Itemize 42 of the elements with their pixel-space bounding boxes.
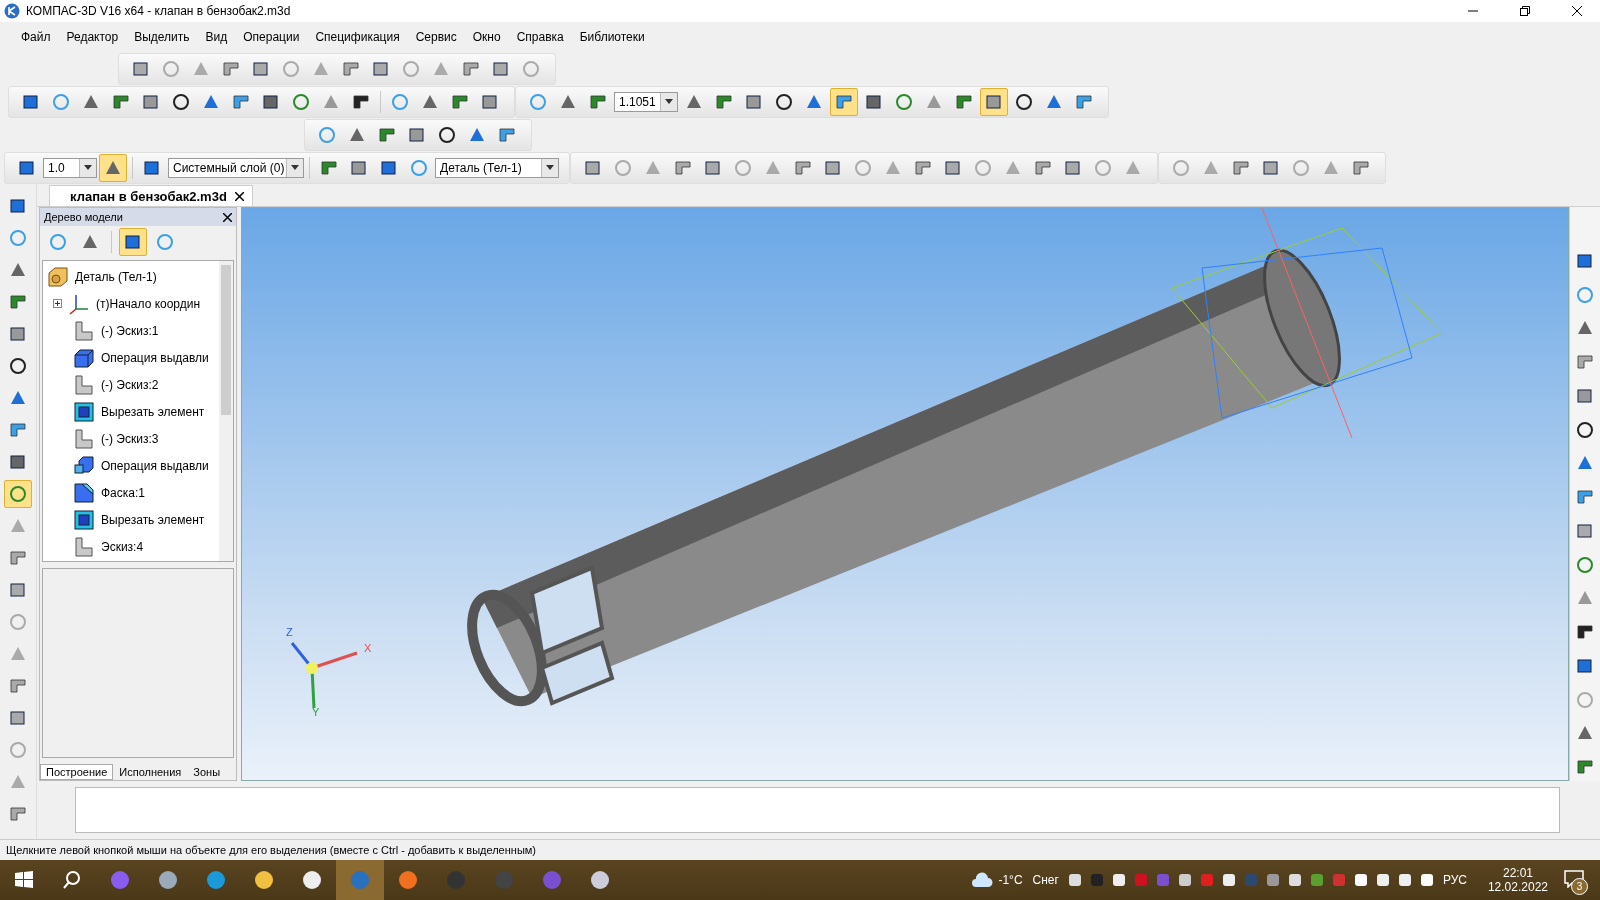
menu-item[interactable]: Сервис [408, 28, 464, 46]
body-combo[interactable]: Деталь (Тел-1) [435, 157, 559, 178]
document-tab[interactable]: клапан в бензобак2.m3d [49, 185, 253, 206]
tree-item[interactable]: Вырезать элемент [43, 398, 219, 426]
panel-title: Дерево модели [44, 211, 123, 223]
clock-date: 12.02.2022 [1487, 880, 1548, 894]
tree-item[interactable]: Вырезать элемент [43, 506, 219, 534]
menu-item[interactable]: Окно [465, 28, 508, 46]
panel-tab[interactable]: Построение [40, 764, 114, 780]
tree-item[interactable]: (-) Эскиз:2 [43, 371, 219, 399]
menu-item[interactable]: Спецификация [308, 28, 407, 46]
axis-label: Y [312, 706, 320, 718]
tree-item[interactable]: (т)Начало координ [43, 290, 219, 318]
3d-viewport[interactable]: Z X Y [241, 207, 1569, 781]
status-text: Щелкните левой кнопкой мыши на объекте для его выделения (вместе с Ctrl - добавить к выделенным) [6, 844, 537, 856]
tree-item[interactable]: Операция выдавли [43, 452, 219, 480]
layer-combo[interactable]: Системный слой (0) [168, 157, 304, 178]
axis-label: X [364, 642, 372, 654]
tree-item[interactable]: Фаска:1 [43, 479, 219, 507]
menu-item[interactable]: Редактор [59, 28, 126, 46]
axis-label: Z [286, 626, 293, 638]
panel-tab[interactable]: Зоны [187, 764, 227, 780]
weather-text: Снег [1032, 873, 1059, 887]
menu-item[interactable]: Файл [14, 28, 58, 46]
tree-item[interactable]: (-) Эскиз:1 [43, 317, 219, 345]
window-title: КОМПАС-3D V16 x64 - клапан в бензобак2.m3d [26, 4, 292, 18]
clock-time: 22:01 [1502, 866, 1533, 880]
language-indicator[interactable]: РУС [1442, 873, 1467, 887]
menu-item[interactable]: Библиотеки [572, 28, 652, 46]
menu-item[interactable]: Операции [236, 28, 307, 46]
menu-item[interactable]: Справка [509, 28, 571, 46]
tree-item[interactable]: Операция выдавли [43, 344, 219, 372]
tree-item[interactable]: Эскиз:4 [43, 533, 219, 561]
panel-tab[interactable]: Исполнения [113, 764, 188, 780]
tree-item[interactable]: Деталь (Тел-1) [43, 263, 219, 291]
menu-item[interactable]: Вид [198, 28, 235, 46]
notification-count: 3 [1571, 877, 1588, 895]
step-combo[interactable]: 1.0 [43, 157, 97, 178]
tree-item[interactable]: (-) Эскиз:3 [43, 425, 219, 453]
zoom-combo[interactable]: 1.1051 [614, 91, 678, 112]
temperature-text: -1°C [998, 873, 1023, 887]
menu-item[interactable]: Выделить [127, 28, 197, 46]
